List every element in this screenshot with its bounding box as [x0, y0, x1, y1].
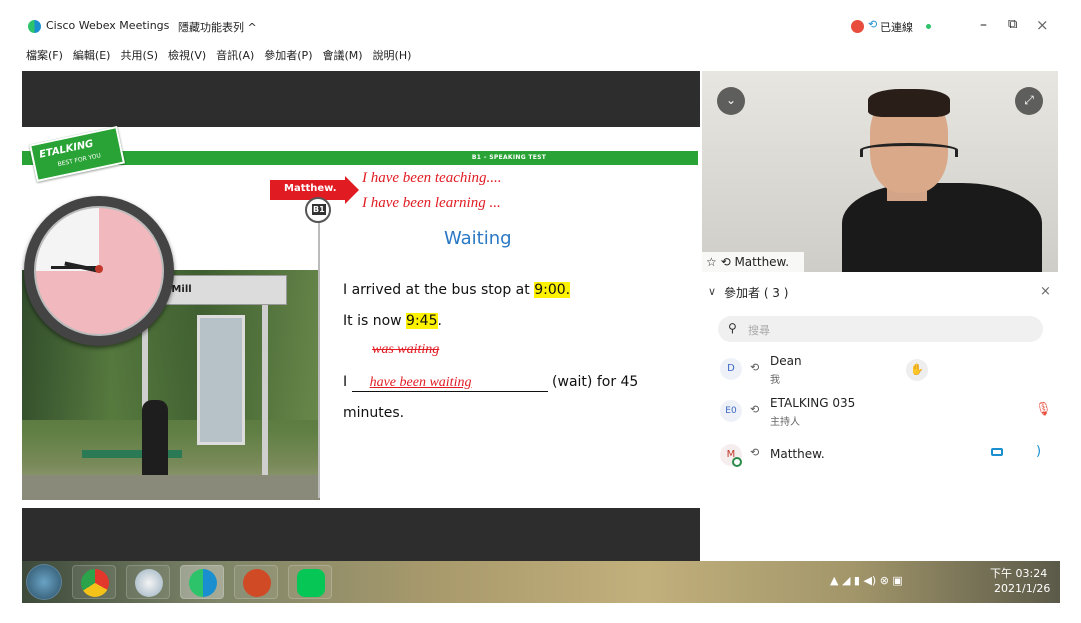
- taskbar-webex[interactable]: [180, 565, 224, 599]
- audio-icon: ⟲: [868, 18, 878, 31]
- taskbar: ▲ ◢ ▮ ◀) ⊗ ▣ 下午 03:24 2021/1/26: [22, 561, 1060, 603]
- crossed-answer: was waiting: [372, 342, 440, 357]
- seated-woman: [142, 400, 168, 480]
- search-box[interactable]: ⚲ 搜尋: [718, 316, 1043, 342]
- speaker-video: [802, 83, 1042, 272]
- participant-row[interactable]: E0 ⟲ ETALKING 035 主持人 🎙: [702, 396, 1058, 436]
- slide-banner: B1 – SPEAKING TEST: [320, 151, 698, 165]
- expand-video-button[interactable]: ⤢: [1015, 87, 1043, 115]
- search-input[interactable]: 搜尋: [748, 322, 770, 338]
- sentence-2: It is now 9:45.: [343, 313, 442, 329]
- active-speaker-icon: [732, 457, 742, 467]
- menu-view[interactable]: 檢視(V): [168, 47, 206, 63]
- audio-wave-icon: ): [1036, 444, 1042, 459]
- chrome-icon: [81, 569, 109, 597]
- clock-date[interactable]: 2021/1/26: [994, 582, 1050, 595]
- taskbar-chrome[interactable]: [72, 565, 116, 599]
- line-icon: [297, 569, 325, 597]
- sentence-3-end: minutes.: [343, 405, 405, 421]
- answer-blank: have been waiting: [351, 375, 548, 392]
- menu-share[interactable]: 共用(S): [120, 47, 158, 63]
- chevron-down-icon[interactable]: ∨: [708, 285, 716, 298]
- highlight-time-2: 9:45: [406, 313, 438, 329]
- name-tag-arrow: Matthew.: [270, 180, 346, 200]
- menu-help[interactable]: 說明(H): [373, 47, 412, 63]
- taskbar-powerpoint[interactable]: [234, 565, 278, 599]
- video-camera-icon[interactable]: [991, 448, 1003, 456]
- clock-icon: [24, 196, 174, 346]
- highlight-time-1: 9:00.: [534, 282, 571, 298]
- audio-icon: ⟲: [750, 446, 760, 459]
- screenshot-root: Cisco Webex Meetings 隱藏功能表列 ^ ⟲ 已連線 – ⧉ …: [0, 0, 1081, 623]
- avatar: D: [720, 358, 742, 380]
- name-tag: Matthew.: [284, 183, 337, 194]
- slide-heading: Waiting: [444, 228, 512, 249]
- collapse-video-button[interactable]: ⌄: [717, 87, 745, 115]
- connection-status: 已連線: [880, 21, 913, 34]
- badge-label: B1: [312, 204, 326, 215]
- title-bar: Cisco Webex Meetings 隱藏功能表列 ^ ⟲ 已連線 – ⧉ …: [22, 14, 1060, 40]
- pin-icon: ☆ ⟲: [706, 255, 735, 269]
- participant-name: Matthew.: [770, 447, 825, 461]
- menu-audio[interactable]: 音訊(A): [216, 47, 254, 63]
- video-name-label: ☆ ⟲ Matthew.: [702, 252, 804, 272]
- recycle-bin-icon: [135, 569, 163, 597]
- participant-name: ETALKING 035: [770, 396, 856, 410]
- participant-row[interactable]: M ⟲ Matthew. ): [702, 440, 1058, 474]
- minimize-button[interactable]: –: [980, 17, 987, 33]
- muted-mic-icon[interactable]: 🎙: [1035, 402, 1052, 417]
- close-button[interactable]: ×: [1036, 16, 1049, 34]
- participant-name: Dean: [770, 354, 802, 368]
- close-panel-button[interactable]: ×: [1040, 284, 1051, 299]
- clock-time[interactable]: 下午 03:24: [990, 565, 1047, 581]
- headset-icon: [860, 143, 958, 157]
- participants-panel: ∨ 參加者 ( 3 ) × ⚲ 搜尋 D ⟲ Dean 我 ✋ E0 ⟲ ETA…: [702, 272, 1058, 561]
- avatar: E0: [720, 400, 742, 422]
- slide-line1: I have been teaching....: [362, 170, 502, 186]
- video-panel: ⌄ ⤢ ☆ ⟲ Matthew.: [702, 71, 1058, 272]
- minute-hand: [51, 266, 100, 269]
- restore-button[interactable]: ⧉: [1008, 17, 1017, 32]
- status-dot-icon: [926, 24, 931, 29]
- taskbar-recycle[interactable]: [126, 565, 170, 599]
- participant-role: 我: [770, 375, 780, 386]
- app-title: Cisco Webex Meetings: [46, 19, 170, 32]
- webex-icon: [189, 569, 217, 597]
- sentence-3: I have been waiting (wait) for 45: [343, 374, 639, 392]
- ad-panel: [197, 315, 245, 445]
- webex-logo-icon: [28, 20, 41, 33]
- start-button[interactable]: [26, 564, 62, 600]
- participants-header: 參加者 ( 3 ): [724, 286, 789, 300]
- menu-edit[interactable]: 編輯(E): [73, 47, 111, 63]
- menu-bar: 檔案(F) 編輯(E) 共用(S) 檢視(V) 音訊(A) 參加者(P) 會議(…: [22, 44, 700, 66]
- powerpoint-icon: [243, 569, 271, 597]
- recording-icon: [851, 20, 864, 33]
- audio-icon: ⟲: [750, 403, 760, 416]
- divider-line: [318, 210, 320, 498]
- sentence-1: I arrived at the bus stop at 9:00.: [343, 282, 571, 298]
- tray-icons[interactable]: ▲ ◢ ▮ ◀) ⊗ ▣: [830, 574, 903, 587]
- hidden-menu-toggle[interactable]: 隱藏功能表列 ^: [178, 19, 257, 35]
- slide-line2: I have been learning ...: [362, 195, 501, 211]
- menu-meeting[interactable]: 會議(M): [322, 47, 362, 63]
- menu-participants[interactable]: 參加者(P): [264, 47, 312, 63]
- search-icon: ⚲: [728, 321, 737, 335]
- arrow-head-icon: [345, 176, 359, 204]
- taskbar-line[interactable]: [288, 565, 332, 599]
- audio-icon: ⟲: [750, 361, 760, 374]
- raise-hand-icon[interactable]: ✋: [906, 359, 928, 381]
- participant-row[interactable]: D ⟲ Dean 我 ✋: [702, 354, 1058, 394]
- badge-circle: B1: [305, 197, 331, 223]
- participant-role: 主持人: [770, 417, 800, 428]
- menu-file[interactable]: 檔案(F): [26, 47, 63, 63]
